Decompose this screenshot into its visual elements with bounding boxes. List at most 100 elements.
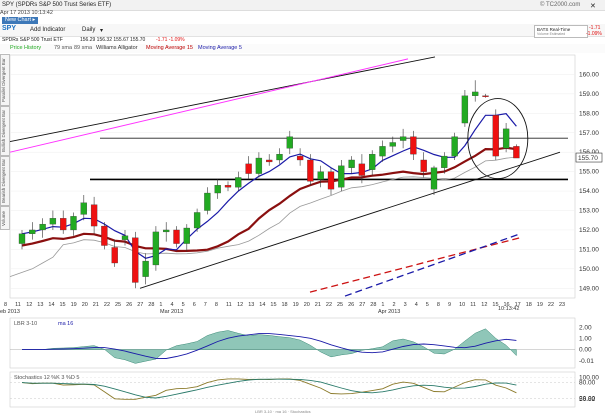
candle-body — [163, 229, 170, 233]
candle-body — [502, 128, 510, 149]
lbr-y-label: 2.00 — [579, 324, 592, 331]
x-tick-label: 11 — [226, 302, 232, 308]
candle-body — [121, 235, 129, 240]
lbr-title: LBR 3-10 — [14, 321, 37, 327]
stoch-y-label: 80.00 — [579, 380, 596, 387]
lbr-last-value: -0.01 — [579, 358, 594, 365]
x-tick-label: 27 — [359, 302, 365, 308]
x-tick-label: 14 — [48, 302, 54, 308]
candle-body — [430, 167, 438, 190]
x-tick-label: 21 — [315, 302, 321, 308]
candle-body — [142, 260, 149, 277]
x-tick-label: 8 — [215, 302, 218, 308]
x-tick-label: 12 — [26, 302, 32, 308]
candle-body — [255, 157, 263, 174]
x-tick-label: 28 — [148, 302, 154, 308]
x-tick-label: 8 — [437, 302, 440, 308]
candle-body — [492, 115, 499, 157]
candle-body — [410, 136, 417, 155]
candle-body — [39, 223, 46, 231]
candle-body — [461, 95, 469, 124]
candle-body — [379, 146, 386, 157]
candle-body — [389, 142, 396, 147]
x-tick-label: 19 — [293, 302, 299, 308]
candle-body — [193, 212, 201, 229]
status-bar: LBR 3-10 · ma 16 · Stochastics — [255, 409, 311, 414]
candle-body — [441, 155, 448, 168]
x-tick-label: 6 — [193, 302, 196, 308]
x-tick-label: 7 — [204, 302, 207, 308]
candle-body — [183, 227, 190, 244]
x-tick-label: 22 — [104, 302, 110, 308]
y-tick-label: 153.00 — [579, 208, 599, 215]
candle-body — [204, 192, 211, 211]
x-tick-label: 4 — [171, 302, 174, 308]
candle-body — [369, 153, 376, 170]
lbr-subtitle: ma 16 — [58, 321, 73, 327]
candle-body — [307, 159, 314, 182]
candle-body — [224, 185, 232, 188]
time-label: 10:13:42 — [498, 306, 519, 312]
candle-body — [276, 153, 283, 161]
candle-body — [358, 163, 366, 176]
x-tick-label: 13 — [37, 302, 43, 308]
candle-body — [29, 229, 36, 234]
x-tick-label: 18 — [282, 302, 288, 308]
x-tick-label: 22 — [326, 302, 332, 308]
y-tick-label: 158.00 — [579, 110, 599, 117]
x-tick-label: 26 — [126, 302, 132, 308]
candle-body — [338, 165, 345, 188]
stoch-title: Stochastics 12 %K 3 %D 5 — [14, 375, 79, 381]
x-tick-label: 2 — [393, 302, 396, 308]
candle-body — [296, 155, 304, 161]
y-tick-label: 155.00 — [579, 169, 599, 176]
x-tick-label: 8 — [4, 302, 7, 308]
candle-body — [173, 229, 180, 244]
price-chart[interactable]: 160.00159.00158.00157.00156.00155.00154.… — [0, 0, 605, 418]
x-tick-label: 14 — [259, 302, 265, 308]
x-tick-label: 11 — [15, 302, 21, 308]
month-label: Apr 2013 — [378, 309, 400, 315]
x-tick-label: 10 — [459, 302, 465, 308]
x-tick-label: 12 — [237, 302, 243, 308]
lbr-y-label: 1.00 — [579, 335, 592, 342]
y-tick-label: 157.00 — [579, 130, 599, 137]
candle-body — [80, 202, 87, 215]
month-label: eb 2013 — [0, 309, 20, 315]
y-tick-label: 150.00 — [579, 266, 599, 273]
x-tick-label: 11 — [470, 302, 476, 308]
x-tick-label: 25 — [115, 302, 121, 308]
candle-body — [214, 185, 221, 194]
y-tick-label: 152.00 — [579, 227, 599, 234]
x-tick-label: 1 — [381, 302, 384, 308]
x-tick-label: 21 — [93, 302, 99, 308]
y-tick-label: 160.00 — [579, 71, 599, 78]
x-tick-label: 4 — [415, 302, 418, 308]
y-tick-label: 154.00 — [579, 188, 599, 195]
candle-body — [111, 247, 118, 264]
x-tick-label: 12 — [481, 302, 487, 308]
x-tick-label: 22 — [548, 302, 554, 308]
candle-body — [420, 159, 427, 172]
y-tick-label: 159.00 — [579, 91, 599, 98]
x-tick-label: 28 — [370, 302, 376, 308]
candle-body — [327, 171, 335, 190]
x-tick-label: 19 — [537, 302, 543, 308]
candle-body — [132, 237, 139, 283]
y-tick-label: 151.00 — [579, 246, 599, 253]
last-price-label: 155.70 — [578, 155, 598, 162]
x-tick-label: 20 — [304, 302, 310, 308]
x-tick-label: 15 — [270, 302, 276, 308]
month-label: Mar 2013 — [160, 309, 183, 315]
x-tick-label: 5 — [426, 302, 429, 308]
candle-body — [451, 136, 458, 157]
candle-body — [513, 146, 520, 159]
candle-body — [245, 163, 252, 174]
x-tick-label: 27 — [137, 302, 143, 308]
x-tick-label: 13 — [248, 302, 254, 308]
candle-body — [70, 216, 77, 231]
candle-body — [348, 159, 355, 168]
x-tick-label: 20 — [82, 302, 88, 308]
candle-body — [266, 159, 273, 163]
x-tick-label: 23 — [559, 302, 565, 308]
